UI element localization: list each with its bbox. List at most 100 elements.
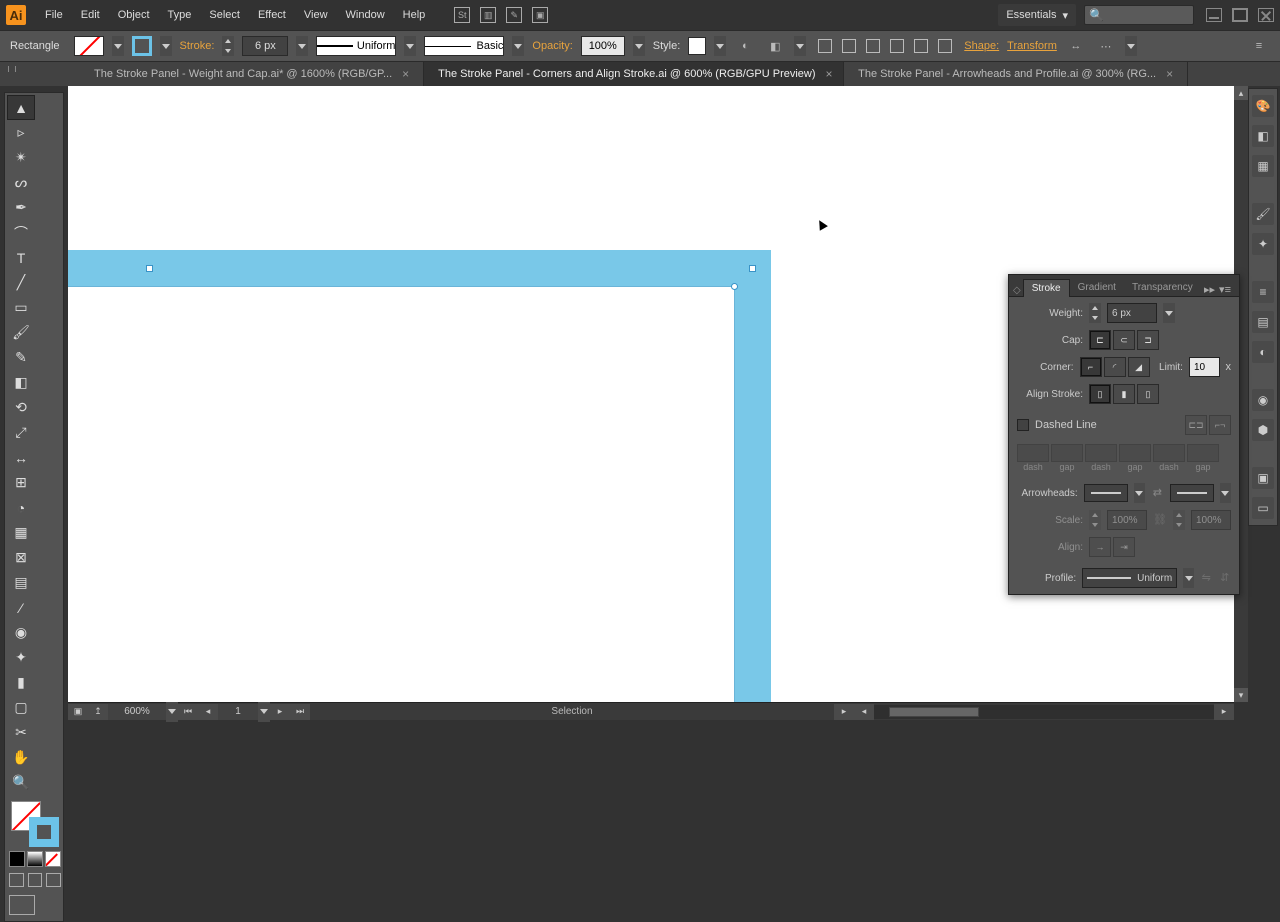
weight-input[interactable]: 6 px	[1107, 303, 1157, 323]
draw-behind[interactable]	[28, 873, 43, 887]
profile-select[interactable]: Uniform	[1082, 568, 1177, 588]
color-mode-gradient[interactable]	[27, 851, 43, 867]
direct-selection-tool[interactable]: ▹	[7, 120, 35, 145]
close-icon[interactable]: ×	[826, 67, 833, 81]
scale-start-input[interactable]: 100%	[1107, 510, 1147, 530]
width-tool[interactable]: ↔	[7, 445, 35, 470]
panel-tab-transparency[interactable]: Transparency	[1124, 279, 1201, 296]
eraser-tool[interactable]: ◧	[7, 370, 35, 395]
brush-definition[interactable]: Basic	[424, 36, 504, 56]
magic-wand-tool[interactable]: ✴	[7, 145, 35, 170]
style-dropdown[interactable]	[714, 36, 726, 56]
panel-menu-icon[interactable]: ≡	[1248, 35, 1270, 57]
opacity-dropdown[interactable]	[633, 36, 645, 56]
arrow-align-extend[interactable]: →	[1089, 537, 1111, 557]
hscroll-track[interactable]	[874, 705, 1214, 719]
gradient-tool[interactable]: ▤	[7, 570, 35, 595]
arrowhead-start-dropdown[interactable]	[1134, 483, 1145, 503]
arrowhead-end-dropdown[interactable]	[1220, 483, 1231, 503]
rotate-tool[interactable]: ⟲	[7, 395, 35, 420]
scale-tool[interactable]: ⤢	[7, 420, 35, 445]
arrowhead-end-select[interactable]	[1170, 484, 1214, 502]
gap-input[interactable]	[1119, 444, 1151, 462]
constrain-icon[interactable]: ↔	[1065, 35, 1087, 57]
panel-tab-stroke[interactable]: Stroke	[1023, 279, 1070, 297]
align-stroke-inside-button[interactable]: ▮	[1113, 384, 1135, 404]
corner-widget[interactable]	[731, 283, 738, 290]
document-tab[interactable]: The Stroke Panel - Weight and Cap.ai* @ …	[80, 62, 424, 86]
nav-next-button[interactable]: ▸	[270, 704, 290, 720]
opacity-label[interactable]: Opacity:	[532, 40, 572, 52]
profile-dropdown[interactable]	[404, 36, 416, 56]
opacity-input[interactable]: 100%	[581, 36, 625, 56]
arrow-align-tip[interactable]: ⇥	[1113, 537, 1135, 557]
dash-input[interactable]	[1085, 444, 1117, 462]
nav-first-button[interactable]: ⏮	[178, 704, 198, 720]
dash-input[interactable]	[1017, 444, 1049, 462]
menu-object[interactable]: Object	[109, 9, 159, 21]
shape-builder-tool[interactable]: ◔	[7, 495, 35, 520]
dash-input[interactable]	[1153, 444, 1185, 462]
free-transform-tool[interactable]: ⊞	[7, 470, 35, 495]
stroke-dropdown[interactable]	[160, 36, 172, 56]
shape-link[interactable]: Shape:	[964, 40, 999, 52]
zoom-tool[interactable]: 🔍	[7, 770, 35, 795]
appearance-icon[interactable]: ◉	[1252, 389, 1274, 411]
corner-bevel-button[interactable]: ◢	[1128, 357, 1150, 377]
color-mode-none[interactable]	[45, 851, 61, 867]
flip-along-icon[interactable]: ⇋	[1200, 571, 1213, 585]
panel-link-icon[interactable]: ◇	[1013, 285, 1021, 296]
symbols-icon[interactable]: ✦	[1252, 233, 1274, 255]
layers-icon[interactable]: ▣	[1252, 467, 1274, 489]
panel-tab-gradient[interactable]: Gradient	[1070, 279, 1124, 296]
arrange-icon[interactable]: ▥	[480, 7, 496, 23]
more-dropdown[interactable]	[1125, 36, 1137, 56]
stroke-indicator[interactable]	[29, 817, 59, 847]
artboard-dropdown[interactable]	[258, 702, 270, 722]
panel-menu-icon[interactable]: ▾≡	[1219, 283, 1231, 296]
perspective-tool[interactable]: ▦	[7, 520, 35, 545]
bridge-icon[interactable]: ✎	[506, 7, 522, 23]
align-center-icon[interactable]	[838, 35, 860, 57]
color-panel-icon[interactable]: 🎨	[1252, 95, 1274, 117]
dash-align-preserve[interactable]: ⊏⊐	[1185, 415, 1207, 435]
scale-start-stepper[interactable]	[1089, 510, 1101, 530]
artboard-number-input[interactable]: 1	[218, 704, 258, 720]
draw-inside[interactable]	[46, 873, 61, 887]
menu-file[interactable]: File	[36, 9, 72, 21]
gap-input[interactable]	[1187, 444, 1219, 462]
collapse-icon[interactable]: ▸▸	[1204, 283, 1215, 296]
align-middle-icon[interactable]	[910, 35, 932, 57]
stroke-weight-label[interactable]: Stroke:	[180, 40, 215, 52]
slice-tool[interactable]: ✂	[7, 720, 35, 745]
brush-dropdown[interactable]	[512, 36, 524, 56]
minimize-button[interactable]	[1206, 8, 1222, 22]
scroll-up-arrow[interactable]: ▴	[1234, 86, 1248, 100]
prev-artboard-button[interactable]: ↥	[88, 704, 108, 720]
line-tool[interactable]: ╱	[7, 270, 35, 295]
selection-handle[interactable]	[749, 265, 756, 272]
weight-stepper[interactable]	[1089, 303, 1101, 323]
dashed-line-checkbox[interactable]	[1017, 419, 1029, 431]
libraries-icon[interactable]: ▭	[1252, 497, 1274, 519]
zoom-dropdown[interactable]	[166, 702, 178, 722]
gap-input[interactable]	[1051, 444, 1083, 462]
fill-dropdown[interactable]	[112, 36, 124, 56]
rectangle-tool[interactable]: ▭	[7, 295, 35, 320]
hscroll-left[interactable]: ◂	[854, 704, 874, 720]
stock-icon[interactable]: ▣	[532, 7, 548, 23]
scale-end-stepper[interactable]	[1173, 510, 1185, 530]
eyedropper-tool[interactable]: ⁄	[7, 595, 35, 620]
corner-miter-button[interactable]: ⌐	[1080, 357, 1102, 377]
nav-prev-button[interactable]: ◂	[198, 704, 218, 720]
workspace-switcher[interactable]: Essentials ▾	[998, 4, 1076, 26]
cap-butt-button[interactable]: ⊏	[1089, 330, 1111, 350]
hscroll-thumb[interactable]	[889, 707, 979, 717]
more-icon[interactable]: ⋯	[1095, 35, 1117, 57]
sync-icon[interactable]: St	[454, 7, 470, 23]
corner-round-button[interactable]: ◜	[1104, 357, 1126, 377]
close-icon[interactable]: ×	[402, 67, 409, 81]
swatches-icon[interactable]: ▦	[1252, 155, 1274, 177]
draw-normal[interactable]	[9, 873, 24, 887]
profile-dropdown[interactable]	[1183, 568, 1194, 588]
